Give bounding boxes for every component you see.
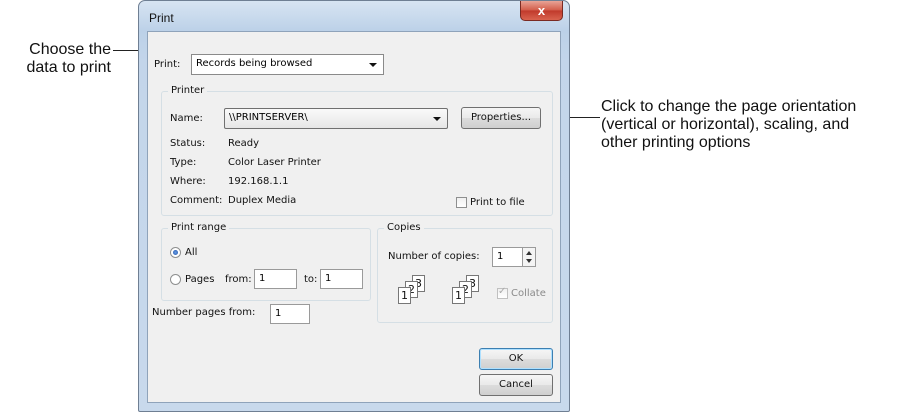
print-source-select[interactable]: Records being browsed xyxy=(191,54,384,75)
print-range-title: Print range xyxy=(168,222,230,233)
printer-name-value: \\PRINTSERVER\ xyxy=(229,112,308,123)
page-icon: 1 xyxy=(398,287,411,304)
callout-left-line-2: data to print xyxy=(26,59,112,76)
callout-right-line-1: Click to change the page orientation xyxy=(601,98,857,115)
status-value: Ready xyxy=(228,138,260,149)
pages-label[interactable]: Pages xyxy=(185,274,214,285)
number-pages-from-label: Number pages from: xyxy=(152,307,256,318)
to-label: to: xyxy=(304,274,318,285)
comment-value: Duplex Media xyxy=(228,195,297,206)
ok-button[interactable]: OK xyxy=(479,348,553,370)
chevron-down-icon xyxy=(433,117,441,121)
print-source-label: Print: xyxy=(154,59,181,70)
to-page-input[interactable]: 1 xyxy=(320,269,363,289)
comment-label: Comment: xyxy=(170,195,223,206)
callout-choose-data: Choose the data to print xyxy=(0,41,112,77)
print-to-file-label[interactable]: Print to file xyxy=(470,197,525,208)
all-pages-label[interactable]: All xyxy=(185,247,197,258)
copies-group: Copies Number of copies: 1 3 2 1 3 2 1 C… xyxy=(377,222,553,323)
printer-name-label: Name: xyxy=(170,113,203,124)
callout-right-line-2: (vertical or horizontal), scaling, and xyxy=(601,116,850,133)
callout-left-line-1: Choose the xyxy=(29,41,111,58)
number-of-copies-label: Number of copies: xyxy=(388,251,480,262)
collate-checkbox[interactable] xyxy=(497,286,508,299)
print-source-value: Records being browsed xyxy=(196,58,313,69)
where-label: Where: xyxy=(170,176,206,187)
printer-name-select[interactable]: \\PRINTSERVER\ xyxy=(224,108,448,129)
status-label: Status: xyxy=(170,138,206,149)
collate-label[interactable]: Collate xyxy=(511,288,546,299)
dialog-client-area: Print: Records being browsed Printer Nam… xyxy=(147,31,561,403)
callout-right-line-3: other printing options xyxy=(601,134,751,151)
dialog-title: Print xyxy=(149,11,174,25)
properties-button[interactable]: Properties... xyxy=(461,107,541,129)
close-button[interactable]: x xyxy=(520,1,563,21)
number-of-copies-input[interactable]: 1 xyxy=(492,247,522,267)
copies-spinner[interactable] xyxy=(522,247,536,267)
callout-properties: Click to change the page orientation (ve… xyxy=(601,98,913,152)
chevron-down-icon xyxy=(369,63,377,67)
copies-title: Copies xyxy=(384,222,424,233)
printer-group: Printer Name: \\PRINTSERVER\ Properties.… xyxy=(161,85,553,216)
all-pages-radio[interactable] xyxy=(170,247,181,258)
type-value: Color Laser Printer xyxy=(228,157,321,168)
cancel-button[interactable]: Cancel xyxy=(479,374,553,396)
spin-down-icon xyxy=(526,259,532,263)
page-icon: 1 xyxy=(452,287,465,304)
from-label: from: xyxy=(225,274,252,285)
number-pages-from-input[interactable]: 1 xyxy=(270,304,310,324)
page-range-radio[interactable] xyxy=(170,274,181,285)
print-to-file-checkbox[interactable] xyxy=(456,197,467,208)
from-page-input[interactable]: 1 xyxy=(254,269,297,289)
print-dialog: Print x Print: Records being browsed Pri… xyxy=(138,0,570,412)
printer-group-title: Printer xyxy=(168,85,208,96)
print-range-group: Print range All Pages from: 1 to: 1 xyxy=(161,222,371,301)
spin-up-icon xyxy=(526,251,532,255)
type-label: Type: xyxy=(170,157,197,168)
where-value: 192.168.1.1 xyxy=(228,176,289,187)
close-icon: x xyxy=(537,3,546,18)
